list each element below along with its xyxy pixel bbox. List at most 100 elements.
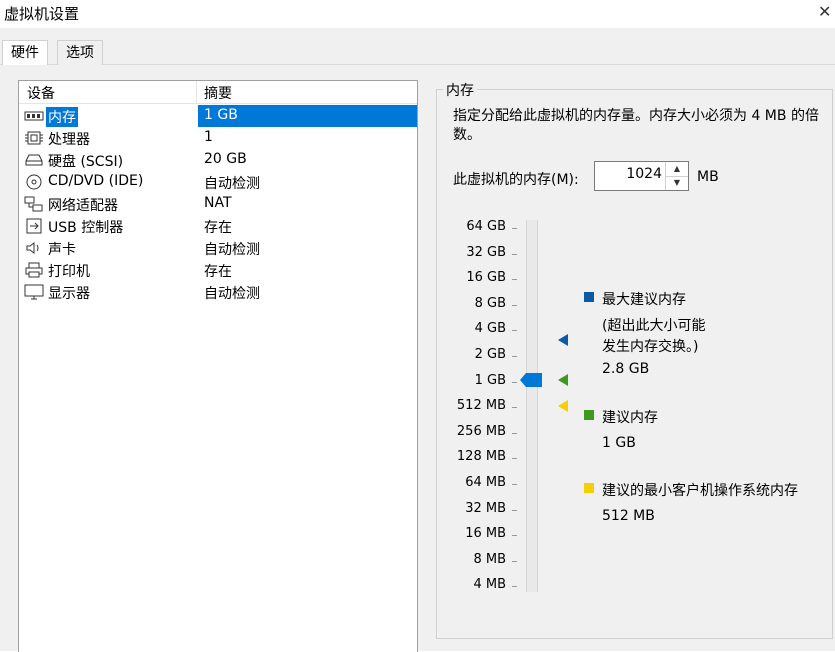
processor-icon [25, 131, 43, 145]
cd-dvd-icon [26, 174, 42, 190]
scale-tick [512, 330, 517, 331]
scale-tick [512, 279, 517, 280]
memory-slider-track[interactable] [526, 220, 538, 592]
scale-tick [512, 586, 517, 587]
printer-icon [25, 262, 43, 278]
legend-recommended-value: 1 GB [602, 435, 636, 451]
scale-label: 16 MB [465, 526, 506, 541]
device-name: 显示器 [48, 286, 90, 302]
scale-label: 64 GB [466, 219, 506, 234]
scale-tick [512, 433, 517, 434]
scale-label: 256 MB [456, 424, 506, 439]
scale-tick [512, 458, 517, 459]
spin-up-button[interactable]: ▲ [666, 162, 688, 177]
title-bar [0, 0, 835, 28]
memory-icon [24, 111, 44, 121]
legend-max-value: 2.8 GB [602, 361, 650, 377]
memory-slider-thumb[interactable] [520, 373, 542, 387]
device-row-memory[interactable]: 内存 1 GB [19, 105, 417, 127]
tab-hardware[interactable]: 硬件 [2, 40, 48, 66]
device-name: 打印机 [48, 264, 90, 280]
device-summary: 1 [204, 129, 213, 145]
legend-max-note: (超出此大小可能 发生内存交换。) [602, 318, 706, 355]
tab-strip [0, 28, 835, 65]
scale-tick [512, 254, 517, 255]
window-title: 虚拟机设置 [4, 5, 80, 23]
device-name: 声卡 [48, 242, 76, 258]
scale-tick [512, 407, 517, 408]
scale-label: 16 GB [466, 270, 506, 285]
tab-options[interactable]: 选项 [57, 40, 103, 65]
scale-label: 8 GB [474, 296, 506, 311]
column-header-device[interactable]: 设备 [27, 83, 55, 103]
device-summary: 自动检测 [204, 242, 260, 258]
scale-tick [512, 561, 517, 562]
memory-unit: MB [697, 169, 719, 185]
device-row-usb[interactable]: USB 控制器 存在 [19, 215, 417, 237]
device-row-harddisk[interactable]: 硬盘 (SCSI) 20 GB [19, 149, 417, 171]
device-summary: 存在 [204, 264, 232, 280]
memory-spinbox[interactable]: 1024 ▲ ▼ [594, 161, 689, 191]
spin-buttons: ▲ ▼ [665, 162, 688, 190]
device-row-network[interactable]: 网络适配器 NAT [19, 193, 417, 215]
scale-label: 4 MB [473, 577, 506, 592]
scale-tick [512, 510, 517, 511]
device-name: CD/DVD (IDE) [48, 173, 144, 189]
harddisk-icon [25, 154, 43, 166]
device-summary: 存在 [204, 220, 232, 236]
device-row-cd-dvd[interactable]: CD/DVD (IDE) 自动检测 [19, 171, 417, 193]
scale-tick [512, 305, 517, 306]
scale-tick [512, 535, 517, 536]
legend-min-value: 512 MB [602, 508, 655, 524]
speaker-icon [26, 242, 39, 254]
device-summary: 1 GB [204, 107, 238, 123]
spin-down-button[interactable]: ▼ [666, 176, 688, 190]
scale-label: 2 GB [474, 347, 506, 362]
legend-recommended-swatch [584, 410, 594, 420]
min-recommended-marker [558, 400, 568, 412]
scale-tick [512, 356, 517, 357]
monitor-icon [24, 284, 44, 300]
recommended-marker [558, 374, 568, 386]
memory-value[interactable]: 1024 [626, 166, 662, 182]
scale-label: 32 GB [466, 245, 506, 260]
device-summary: 自动检测 [204, 176, 260, 192]
memory-group-title: 内存 [443, 80, 477, 100]
scale-label: 8 MB [473, 552, 506, 567]
close-icon[interactable]: ✕ [818, 2, 831, 21]
device-name: 处理器 [48, 132, 90, 148]
legend-recommended-title: 建议内存 [602, 410, 658, 426]
device-list-header: 设备 摘要 [19, 81, 417, 104]
scale-label: 32 MB [465, 501, 506, 516]
device-row-processor[interactable]: 处理器 1 [19, 127, 417, 149]
column-header-summary[interactable]: 摘要 [204, 83, 232, 103]
max-recommended-marker [558, 334, 568, 346]
scale-tick [512, 228, 517, 229]
scale-label: 4 GB [474, 321, 506, 336]
scale-tick [512, 484, 517, 485]
device-name: 内存 [46, 107, 78, 127]
memory-description: 指定分配给此虚拟机的内存量。内存大小必须为 4 MB 的倍数。 [453, 108, 819, 143]
legend-min-title: 建议的最小客户机操作系统内存 [602, 483, 798, 499]
network-adapter-icon [24, 196, 43, 212]
scale-label: 1 GB [474, 373, 506, 388]
device-row-sound[interactable]: 声卡 自动检测 [19, 237, 417, 259]
device-row-printer[interactable]: 打印机 存在 [19, 259, 417, 281]
usb-icon [26, 218, 42, 234]
device-list[interactable]: 设备 摘要 内存 1 GB 处理器 1 硬盘 (SCSI) 20 GB CD/D… [18, 80, 418, 652]
device-name: USB 控制器 [48, 220, 124, 236]
scale-label: 64 MB [465, 475, 506, 490]
scale-label: 512 MB [456, 398, 506, 413]
device-summary: 20 GB [204, 151, 247, 167]
scale-label: 128 MB [456, 449, 506, 464]
legend-max-swatch [584, 292, 594, 302]
device-name: 网络适配器 [48, 198, 118, 214]
device-row-display[interactable]: 显示器 自动检测 [19, 281, 417, 303]
legend-max-title: 最大建议内存 [602, 292, 686, 308]
legend-min-swatch [584, 483, 594, 493]
memory-field-label: 此虚拟机的内存(M): [453, 172, 579, 188]
device-name: 硬盘 (SCSI) [48, 154, 124, 170]
scale-tick [512, 382, 517, 383]
column-separator[interactable] [196, 81, 197, 103]
device-summary: 自动检测 [204, 286, 260, 302]
